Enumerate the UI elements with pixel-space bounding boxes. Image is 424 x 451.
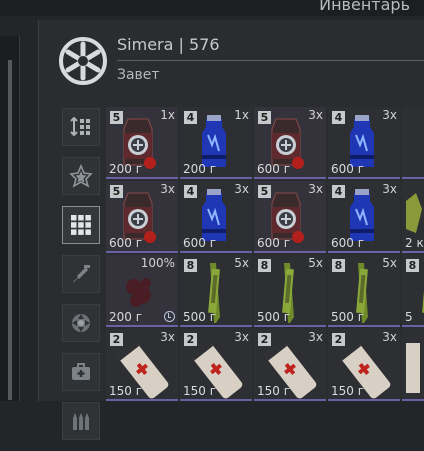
tab-grid[interactable]: [62, 206, 100, 244]
left-scrollbar[interactable]: [8, 60, 12, 400]
tier-badge: 2: [110, 333, 123, 346]
tab-star-emblem[interactable]: [62, 157, 100, 195]
tier-badge: 5: [258, 185, 271, 198]
sort-icon: [69, 115, 93, 139]
item-quantity: 5x: [234, 256, 249, 270]
agent-faction: Завет: [117, 67, 160, 83]
item-weight: 500 г: [183, 310, 217, 324]
item-weight: 150 г: [331, 384, 365, 398]
tier-badge: 2: [184, 333, 197, 346]
tier-badge: 2: [332, 333, 345, 346]
inventory-slot[interactable]: 5 3x 600 г: [254, 107, 326, 179]
item-weight: 150 г: [257, 384, 291, 398]
inventory-slot[interactable]: [402, 107, 424, 179]
item-quantity: 3x: [308, 108, 323, 122]
item-weight: 200 г: [183, 162, 217, 176]
tab-sort[interactable]: [62, 108, 100, 146]
tier-badge: 5: [110, 111, 123, 124]
inventory-slot[interactable]: 5 3x 600 г: [106, 181, 178, 253]
inventory-slot[interactable]: 100% 200 г: [106, 255, 178, 327]
inventory-slot[interactable]: 2 3x 150 г: [180, 329, 252, 401]
medkit-icon: [69, 360, 93, 384]
item-quantity: 3x: [382, 182, 397, 196]
item-weight: 600 г: [183, 236, 217, 250]
tier-badge: 8: [258, 259, 271, 272]
tier-badge: 8: [184, 259, 197, 272]
tier-badge: 4: [184, 185, 197, 198]
item-weight: 600 г: [257, 236, 291, 250]
item-quantity: 3x: [234, 182, 249, 196]
tab-medkit[interactable]: [62, 353, 100, 391]
item-quantity: 3x: [382, 108, 397, 122]
tier-badge: 8: [406, 259, 419, 272]
item-weight: 150 г: [109, 384, 143, 398]
inventory-slot[interactable]: [402, 329, 424, 401]
item-weight: 2 к: [405, 236, 424, 250]
tab-artifact[interactable]: [62, 304, 100, 342]
tier-badge: 4: [332, 185, 345, 198]
inventory-slot[interactable]: 4 3x 600 г: [180, 181, 252, 253]
tier-badge: 8: [332, 259, 345, 272]
grid-icon: [69, 213, 93, 237]
tier-badge: 4: [184, 111, 197, 124]
item-weight: 500 г: [257, 310, 291, 324]
item-quantity: 3x: [234, 330, 249, 344]
item-quantity: 1x: [234, 108, 249, 122]
tier-badge: 4: [332, 111, 345, 124]
inventory-slot[interactable]: 4 3x 600 г: [328, 181, 400, 253]
star-emblem-icon: [69, 164, 93, 188]
item-quantity: 3x: [160, 330, 175, 344]
tier-badge: 5: [110, 185, 123, 198]
item-quantity: 5x: [382, 256, 397, 270]
inventory-slot[interactable]: 5 3x 600 г: [254, 181, 326, 253]
inventory-slot[interactable]: 85: [402, 255, 424, 327]
item-weight: 600 г: [109, 236, 143, 250]
inventory-slot[interactable]: 8 5x 500 г: [254, 255, 326, 327]
item-weight: 600 г: [331, 162, 365, 176]
inventory-slot[interactable]: 2 3x 150 г: [328, 329, 400, 401]
item-quantity: 3x: [308, 330, 323, 344]
ammo-icon: [69, 409, 93, 433]
tier-badge: 2: [258, 333, 271, 346]
item-quantity: 1x: [160, 108, 175, 122]
window-title: Инвентарь: [319, 0, 410, 14]
inventory-slot[interactable]: 8 5x 500 г: [328, 255, 400, 327]
inventory-slot[interactable]: 2 3x 150 г: [106, 329, 178, 401]
inventory-slot[interactable]: 4 3x 600 г: [328, 107, 400, 179]
category-tabs: [62, 108, 100, 451]
artifact-icon: [69, 311, 93, 335]
tab-weapon[interactable]: [62, 255, 100, 293]
item-weight: 200 г: [109, 310, 143, 324]
item-weight: 600 г: [331, 236, 365, 250]
item-quantity: 3x: [308, 182, 323, 196]
tab-ammo[interactable]: [62, 402, 100, 440]
item-quantity: 3x: [160, 182, 175, 196]
item-weight: 150 г: [183, 384, 217, 398]
item-quantity: 5x: [308, 256, 323, 270]
inventory-slot[interactable]: 2 к: [402, 181, 424, 253]
inventory-grid: 5 1x 200 г 4 1x 200 г 5 3x 600 г 4 3x 600 г 5 3x 600 г…: [106, 107, 424, 401]
item-weight: 500 г: [331, 310, 365, 324]
item-quantity: 100%: [140, 256, 175, 270]
window-top-bar: Инвентарь: [0, 0, 424, 16]
item-weight: 600 г: [257, 162, 291, 176]
inventory-slot[interactable]: 8 5x 500 г: [180, 255, 252, 327]
clock-icon: [164, 311, 175, 322]
item-quantity: 3x: [382, 330, 397, 344]
agent-name: Simera | 576: [117, 35, 220, 54]
faction-emblem-icon: [59, 37, 107, 85]
inventory-slot[interactable]: 4 1x 200 г: [180, 107, 252, 179]
inventory-slot[interactable]: 5 1x 200 г: [106, 107, 178, 179]
weapon-icon: [69, 262, 93, 286]
inventory-slot[interactable]: 2 3x 150 г: [254, 329, 326, 401]
item-weight: 200 г: [109, 162, 143, 176]
item-weight: 5: [405, 310, 413, 324]
tier-badge: 5: [258, 111, 271, 124]
name-divider: [117, 60, 424, 61]
